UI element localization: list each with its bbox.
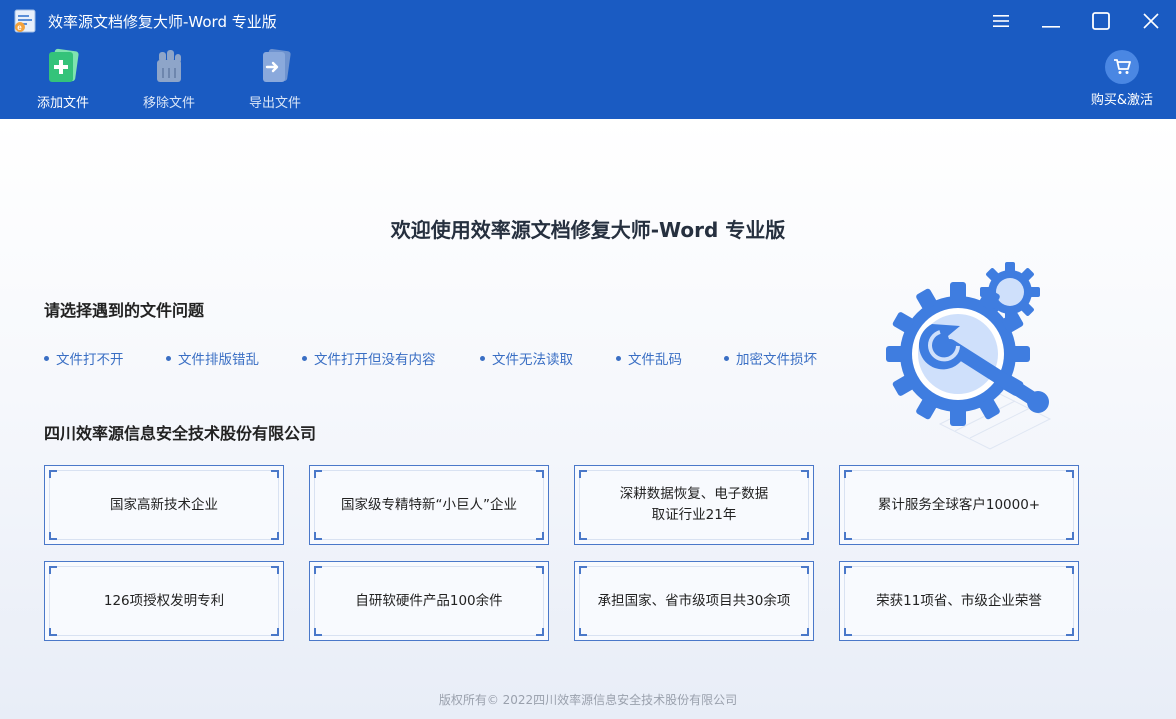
problem-link-garbled[interactable]: 文件乱码 — [616, 348, 682, 368]
maximize-button[interactable] — [1086, 6, 1116, 36]
shopping-cart-icon — [1114, 59, 1131, 74]
buy-activate-button[interactable]: 购买&激活 — [1082, 50, 1162, 110]
menu-icon — [993, 15, 1009, 27]
honor-card-text: 累计服务全球客户10000+ — [877, 496, 1041, 513]
bullet-dot — [44, 355, 49, 361]
honor-card: 126项授权发明专利 — [44, 561, 284, 641]
app-logo-icon: e — [14, 9, 36, 33]
honor-card-text: 深耕数据恢复、电子数据 取证行业21年 — [619, 486, 769, 523]
honor-card-text: 承担国家、省市级项目共30余项 — [597, 592, 791, 609]
app-title: 效率源文档修复大师-Word 专业版 — [48, 13, 277, 31]
honor-card: 荣获11项省、市级企业荣誉 — [839, 561, 1079, 641]
honor-card: 国家级专精特新“小巨人”企业 — [309, 465, 549, 545]
buy-circle — [1105, 50, 1139, 84]
copyright-footer: 版权所有© 2022四川效率源信息安全技术股份有限公司 — [438, 693, 738, 707]
honor-card: 深耕数据恢复、电子数据 取证行业21年 — [574, 465, 814, 545]
bullet-dot — [616, 355, 621, 361]
close-button[interactable] — [1136, 6, 1166, 36]
bullet-dot — [166, 355, 171, 361]
problem-label: 文件排版错乱 — [178, 352, 259, 368]
add-file-button[interactable]: 添加文件 — [18, 46, 108, 114]
remove-file-icon — [157, 50, 181, 82]
problem-label: 加密文件损坏 — [736, 352, 817, 368]
remove-file-label: 移除文件 — [142, 96, 195, 111]
problem-link-encrypted-damaged[interactable]: 加密文件损坏 — [724, 348, 817, 368]
honor-card-text: 荣获11项省、市级企业荣誉 — [876, 592, 1042, 609]
problem-link-empty-content[interactable]: 文件打开但没有内容 — [302, 348, 436, 368]
honor-card-text: 自研软硬件产品100余件 — [355, 592, 503, 609]
problem-link-cannot-open[interactable]: 文件打不开 — [44, 348, 124, 368]
bullet-dot — [302, 355, 307, 361]
problems-title: 请选择遇到的文件问题 — [44, 301, 205, 320]
export-file-icon — [263, 49, 291, 82]
problem-link-layout-broken[interactable]: 文件排版错乱 — [166, 348, 259, 368]
maximize-icon — [1092, 12, 1110, 30]
company-title: 四川效率源信息安全技术股份有限公司 — [44, 424, 317, 443]
add-file-icon — [49, 48, 79, 82]
repair-gear-illustration — [886, 262, 1052, 450]
bullet-dot — [480, 355, 485, 361]
honor-card: 自研软硬件产品100余件 — [309, 561, 549, 641]
honor-card: 国家高新技术企业 — [44, 465, 284, 545]
minimize-button[interactable] — [1036, 6, 1066, 36]
remove-file-button[interactable]: 移除文件 — [124, 46, 214, 114]
problem-label: 文件打不开 — [56, 352, 124, 368]
export-file-label: 导出文件 — [248, 96, 301, 111]
title-bar: e 效率源文档修复大师-Word 专业版 添加文件 移除文件 导出文件 购买&激… — [0, 0, 1176, 119]
minimize-icon — [1042, 26, 1060, 28]
bullet-dot — [724, 355, 729, 361]
welcome-title: 欢迎使用效率源文档修复大师-Word 专业版 — [390, 218, 786, 242]
honor-card-text: 国家高新技术企业 — [110, 496, 218, 513]
problem-label: 文件无法读取 — [492, 352, 573, 368]
problem-link-unreadable[interactable]: 文件无法读取 — [480, 348, 573, 368]
main-panel: 欢迎使用效率源文档修复大师-Word 专业版 请选择遇到的文件问题 文件打不开 … — [0, 119, 1176, 719]
problem-label: 文件乱码 — [628, 352, 682, 368]
menu-button[interactable] — [986, 6, 1016, 36]
svg-text:e: e — [17, 23, 22, 32]
honor-card: 累计服务全球客户10000+ — [839, 465, 1079, 545]
close-icon — [1143, 13, 1159, 29]
honor-card-text: 国家级专精特新“小巨人”企业 — [341, 496, 517, 513]
problem-label: 文件打开但没有内容 — [314, 352, 436, 368]
buy-activate-label: 购买&激活 — [1090, 93, 1154, 108]
honor-card-text: 126项授权发明专利 — [103, 592, 225, 609]
honor-card: 承担国家、省市级项目共30余项 — [574, 561, 814, 641]
add-file-label: 添加文件 — [36, 96, 89, 111]
export-file-button[interactable]: 导出文件 — [230, 46, 320, 114]
